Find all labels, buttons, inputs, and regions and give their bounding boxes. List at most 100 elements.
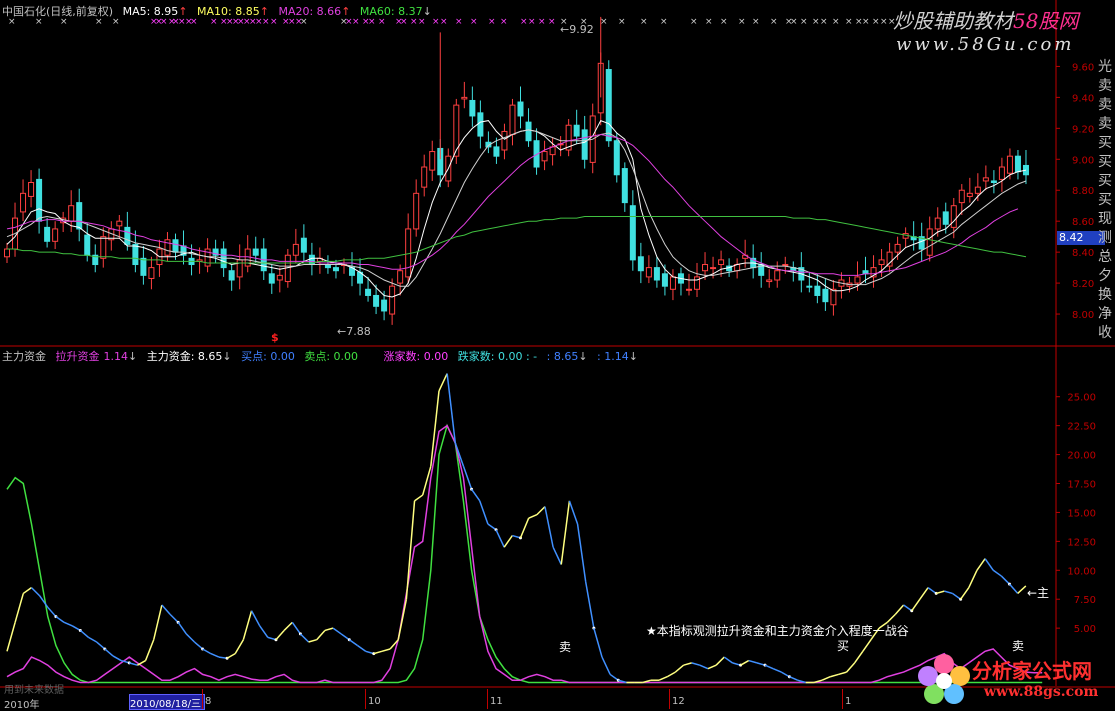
signal-cross: × <box>640 17 648 27</box>
candle-body <box>44 226 51 242</box>
candle-body <box>629 205 636 261</box>
main-funds-segment <box>202 648 212 655</box>
main-funds-segment <box>707 664 717 670</box>
main-funds-segment <box>63 621 73 627</box>
signal-cross: × <box>832 17 840 27</box>
signal-cross: × <box>790 17 798 27</box>
candle-body <box>132 243 139 266</box>
signal-cross: × <box>872 17 880 27</box>
candle-body <box>509 104 516 136</box>
candle-body <box>236 259 243 278</box>
candle-body <box>525 121 532 142</box>
candle-body <box>365 288 372 296</box>
main-funds-segment <box>576 523 587 582</box>
candle-body <box>172 239 179 253</box>
candle-body <box>694 276 701 290</box>
candle-body <box>292 243 299 256</box>
candle-body <box>268 273 275 284</box>
main-funds-segment <box>772 667 782 673</box>
value2-label: : 1.14 <box>597 350 629 363</box>
candle-body <box>990 180 997 183</box>
candle-body <box>20 192 27 213</box>
main-funds-segment <box>47 606 57 618</box>
signal-cross: × <box>660 17 668 27</box>
indicator-line-green <box>6 423 1043 684</box>
main-funds-segment <box>584 581 595 629</box>
main-funds-segment <box>104 648 114 657</box>
candle-body <box>958 189 965 204</box>
month-label: 10 <box>368 696 381 707</box>
signal-cross: × <box>488 17 496 27</box>
candle-body <box>934 217 941 230</box>
main-funds-segment <box>568 500 579 525</box>
main-funds-segment <box>960 587 970 600</box>
main-funds-segment <box>324 627 334 632</box>
ma20-label: MA20: 8.66 <box>278 5 342 18</box>
candle-body <box>854 276 861 284</box>
main-funds-segment <box>552 546 562 565</box>
candle-body <box>1006 155 1013 174</box>
indicator-tick-label: 22.50 <box>1067 422 1096 433</box>
main-funds-segment <box>1008 583 1019 594</box>
main-funds-segment <box>226 652 236 659</box>
main-funds-segment <box>919 587 929 600</box>
cursor-date[interactable]: 2010/08/18/三 <box>129 694 205 710</box>
indicator-tick-label: 12.50 <box>1067 537 1096 548</box>
main-funds-segment <box>210 652 220 658</box>
candle-body <box>645 267 652 278</box>
indicator-header: 主力资金 拉升资金 1.14↓ 主力资金: 8.65↓ 买点: 0.00 卖点: … <box>2 348 644 364</box>
main-funds-segment <box>259 625 269 638</box>
candle-body <box>413 192 420 230</box>
main-funds-segment <box>715 656 725 666</box>
month-label: 8 <box>205 696 212 707</box>
candle-body <box>718 259 725 266</box>
candle-body <box>76 202 83 230</box>
candle-body <box>894 243 901 253</box>
value1-label: : 8.65 <box>546 350 579 363</box>
main-funds-segment <box>699 664 709 670</box>
main-funds-segment <box>299 633 310 643</box>
watermark-bottom-url: www.88gs.com <box>984 684 1099 700</box>
main-funds-segment <box>414 494 424 502</box>
price-axis: 8.00 8.20 8.40 8.60 8.80 9.00 9.20 9.40 9.60 <box>1056 62 1094 321</box>
main-funds-label: 主力资金: 8.65 <box>146 350 223 363</box>
signal-cross: × <box>548 17 556 27</box>
candle-body <box>397 270 404 284</box>
indicator-tick-label: 5.00 <box>1074 624 1096 635</box>
candle-body <box>300 237 307 253</box>
candle-body <box>998 166 1005 180</box>
signal-cross: × <box>500 17 508 27</box>
future-data-note: 用到未来数据 <box>4 685 64 696</box>
month-label: 11 <box>490 696 503 707</box>
main-funds-segment <box>984 558 994 571</box>
price-tick-label: 8.20 <box>1072 279 1094 290</box>
main-funds-segment <box>152 604 163 640</box>
candle-body <box>36 178 43 222</box>
indicator-tick-label: 25.00 <box>1067 393 1096 404</box>
main-funds-segment <box>30 587 41 597</box>
main-funds-segment <box>144 639 155 661</box>
candle-body <box>942 211 949 225</box>
month-tick <box>669 689 670 709</box>
main-funds-segment <box>854 650 864 664</box>
main-funds-segment <box>14 593 25 623</box>
main-funds-segment <box>185 633 195 643</box>
indicator-tick-label: 17.50 <box>1067 480 1096 491</box>
main-funds-segment <box>438 373 448 392</box>
main-funds-segment <box>519 517 530 539</box>
signal-cross: × <box>538 17 546 27</box>
watermark-top: 炒股辅助教材58股网 <box>893 5 1078 34</box>
right-panel-char: 夕 <box>1098 268 1112 284</box>
candle-body <box>252 248 259 256</box>
indicator-tick-label: 10.00 <box>1067 566 1096 577</box>
main-funds-segment <box>992 569 1002 577</box>
main-funds-segment <box>242 610 253 640</box>
candle-body <box>806 285 813 288</box>
candle-body <box>814 285 821 296</box>
signal-cross: × <box>520 17 528 27</box>
candle-body <box>621 168 628 204</box>
sell-marker: 卖 <box>1012 639 1025 653</box>
candle-body <box>637 256 644 272</box>
main-funds-segment <box>332 627 342 635</box>
main-funds-segment <box>55 615 65 623</box>
